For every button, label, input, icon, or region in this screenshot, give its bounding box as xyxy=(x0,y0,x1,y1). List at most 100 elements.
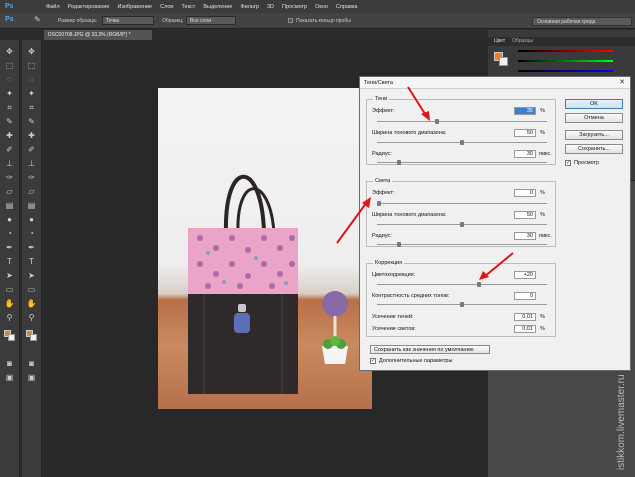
lasso-tool-icon[interactable]: ◌ xyxy=(4,74,15,85)
blur-tool-icon[interactable]: ● xyxy=(4,214,15,225)
zoom-tool-icon[interactable]: ⚲ xyxy=(26,312,37,323)
color-correction-track[interactable] xyxy=(377,284,547,285)
zoom-tool-icon[interactable]: ⚲ xyxy=(4,312,15,323)
background-color-swatch[interactable] xyxy=(30,334,37,341)
quick-select-tool-icon[interactable]: ✦ xyxy=(26,88,37,99)
marquee-tool-icon[interactable]: ⬚ xyxy=(4,60,15,71)
menu-help[interactable]: Справка xyxy=(336,4,358,10)
save-defaults-button[interactable]: Сохранить как значения по умолчанию xyxy=(370,345,490,354)
quick-mask-icon[interactable]: ◙ xyxy=(4,358,15,369)
brush-tool-icon[interactable]: ✐ xyxy=(26,144,37,155)
menu-filter[interactable]: Фильтр xyxy=(240,4,258,10)
type-tool-icon[interactable]: T xyxy=(26,256,37,267)
highlights-radius-thumb[interactable] xyxy=(396,242,401,247)
background-color-swatch[interactable] xyxy=(499,57,508,66)
shape-tool-icon[interactable]: ▭ xyxy=(4,284,15,295)
shape-tool-icon[interactable]: ▭ xyxy=(26,284,37,295)
pen-tool-icon[interactable]: ✒ xyxy=(4,242,15,253)
menu-view[interactable]: Просмотр xyxy=(282,4,307,10)
menu-file[interactable]: Файл xyxy=(46,4,60,10)
preview-checkbox[interactable]: ✓ xyxy=(565,160,571,166)
dodge-tool-icon[interactable]: ◔ xyxy=(26,228,37,239)
samples-dropdown[interactable]: Все слои xyxy=(186,16,236,25)
highlights-amount-input[interactable]: 0 xyxy=(514,189,536,197)
midtone-contrast-input[interactable]: 0 xyxy=(514,292,536,300)
eraser-tool-icon[interactable]: ▱ xyxy=(4,186,15,197)
eyedropper-tool-icon[interactable]: ✎ xyxy=(4,116,15,127)
background-color-swatch[interactable] xyxy=(8,334,15,341)
marquee-tool-icon[interactable]: ⬚ xyxy=(26,60,37,71)
history-brush-icon[interactable]: ✑ xyxy=(4,172,15,183)
cancel-button[interactable]: Отмена xyxy=(565,113,623,123)
gradient-tool-icon[interactable]: ▤ xyxy=(26,200,37,211)
shadows-radius-input[interactable]: 30 xyxy=(514,150,536,158)
stamp-tool-icon[interactable]: ⊥ xyxy=(26,158,37,169)
brush-tool-icon[interactable]: ✐ xyxy=(4,144,15,155)
crop-tool-icon[interactable]: ⌗ xyxy=(4,102,15,113)
shadows-amount-thumb[interactable] xyxy=(435,119,440,124)
document-tab[interactable]: DSC00708.JPG @ 33,3% (RGB/8*) * xyxy=(44,30,152,40)
highlights-tonal-width-thumb[interactable] xyxy=(460,222,464,227)
shadows-radius-thumb[interactable] xyxy=(396,160,401,165)
save-button[interactable]: Сохранить... xyxy=(565,144,623,154)
path-select-icon[interactable]: ➤ xyxy=(4,270,15,281)
menu-3d[interactable]: 3D xyxy=(267,4,274,10)
eraser-tool-icon[interactable]: ▱ xyxy=(26,186,37,197)
menu-select[interactable]: Выделение xyxy=(203,4,232,10)
show-ring-checkbox[interactable] xyxy=(288,18,293,23)
sample-size-dropdown[interactable]: Точка xyxy=(102,16,154,25)
highlights-radius-input[interactable]: 30 xyxy=(514,232,536,240)
type-tool-icon[interactable]: T xyxy=(4,256,15,267)
highlights-radius-track[interactable] xyxy=(377,244,547,245)
menu-layers[interactable]: Слои xyxy=(160,4,173,10)
white-clip-input[interactable]: 0,01 xyxy=(514,325,536,333)
red-slider[interactable] xyxy=(518,50,613,52)
menu-edit[interactable]: Редактирование xyxy=(68,4,110,10)
load-button[interactable]: Загрузить... xyxy=(565,130,623,140)
blue-slider[interactable] xyxy=(518,70,613,72)
ok-button[interactable]: OK xyxy=(565,99,623,109)
color-correction-input[interactable]: +20 xyxy=(514,271,536,279)
color-correction-thumb[interactable] xyxy=(476,282,481,287)
history-brush-icon[interactable]: ✑ xyxy=(26,172,37,183)
tab-color[interactable]: Цвет xyxy=(494,38,505,44)
eyedropper-tool-icon[interactable]: ✎ xyxy=(26,116,37,127)
screen-mode-icon[interactable]: ▣ xyxy=(26,372,37,383)
shadows-radius-track[interactable] xyxy=(377,162,547,163)
quick-mask-icon[interactable]: ◙ xyxy=(26,358,37,369)
workspace-dropdown[interactable]: Основная рабочая среда xyxy=(532,17,632,26)
dodge-tool-icon[interactable]: ◔ xyxy=(4,228,15,239)
blur-tool-icon[interactable]: ● xyxy=(26,214,37,225)
close-icon[interactable]: ✕ xyxy=(617,79,627,87)
move-tool-icon[interactable]: ✥ xyxy=(4,46,15,57)
black-clip-input[interactable]: 0,01 xyxy=(514,313,536,321)
lasso-tool-icon[interactable]: ◌ xyxy=(26,74,37,85)
menu-image[interactable]: Изображение xyxy=(117,4,152,10)
menu-window[interactable]: Окно xyxy=(315,4,328,10)
pen-tool-icon[interactable]: ✒ xyxy=(26,242,37,253)
healing-tool-icon[interactable]: ✚ xyxy=(26,130,37,141)
move-tool-icon[interactable]: ✥ xyxy=(26,46,37,57)
more-options-checkbox[interactable]: ✓ xyxy=(370,358,376,364)
healing-tool-icon[interactable]: ✚ xyxy=(4,130,15,141)
stamp-tool-icon[interactable]: ⊥ xyxy=(4,158,15,169)
highlights-tonal-width-input[interactable]: 50 xyxy=(514,211,536,219)
hand-tool-icon[interactable]: ✋ xyxy=(26,298,37,309)
shadows-amount-track[interactable] xyxy=(377,121,547,122)
hand-tool-icon[interactable]: ✋ xyxy=(4,298,15,309)
eyedropper-icon[interactable]: ✎ xyxy=(34,15,41,24)
midtone-contrast-thumb[interactable] xyxy=(460,302,464,307)
path-select-icon[interactable]: ➤ xyxy=(26,270,37,281)
shadows-tonal-width-input[interactable]: 50 xyxy=(514,129,536,137)
tab-swatches[interactable]: Образцы xyxy=(512,38,533,44)
green-slider[interactable] xyxy=(518,60,613,62)
shadows-amount-input[interactable]: 35 xyxy=(514,107,536,115)
highlights-amount-track[interactable] xyxy=(377,203,547,204)
shadows-tonal-width-thumb[interactable] xyxy=(460,140,464,145)
crop-tool-icon[interactable]: ⌗ xyxy=(26,102,37,113)
screen-mode-icon[interactable]: ▣ xyxy=(4,372,15,383)
quick-select-tool-icon[interactable]: ✦ xyxy=(4,88,15,99)
menu-type[interactable]: Текст xyxy=(181,4,195,10)
gradient-tool-icon[interactable]: ▤ xyxy=(4,200,15,211)
highlights-amount-thumb[interactable] xyxy=(377,201,381,206)
